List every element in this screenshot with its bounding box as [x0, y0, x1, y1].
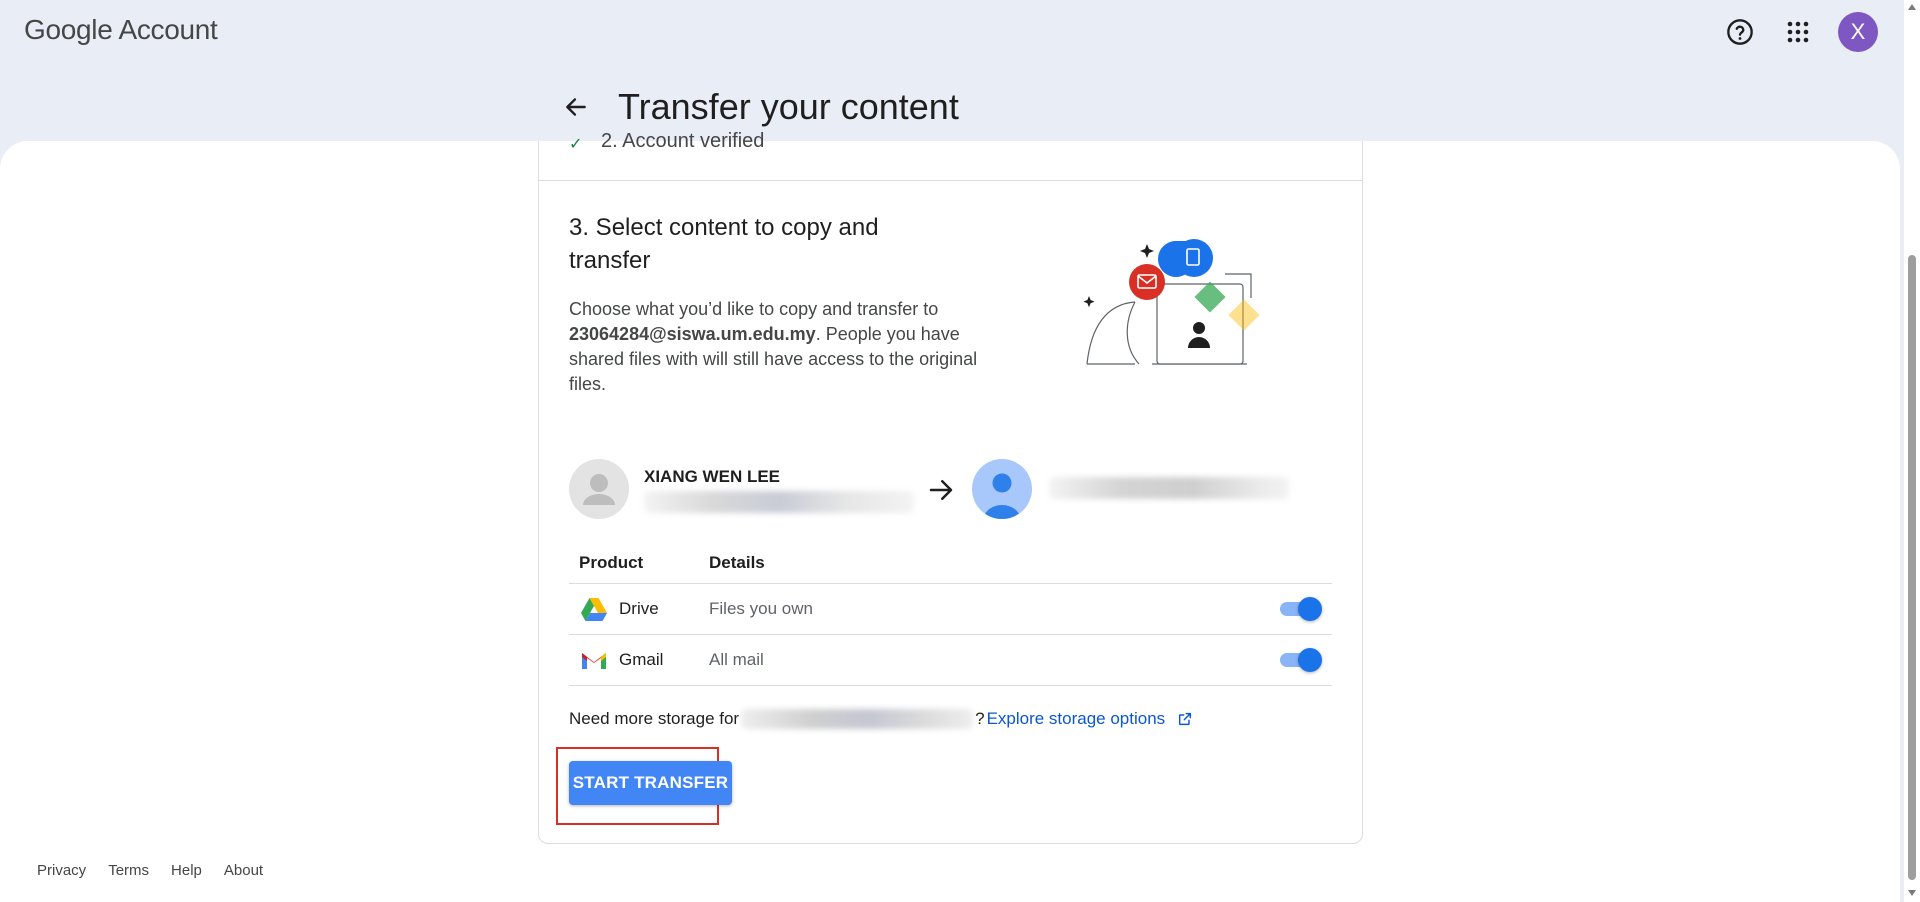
header-details: Details [709, 552, 765, 572]
start-transfer-button[interactable]: START TRANSFER [569, 761, 732, 805]
product-details: Files you own [709, 599, 813, 618]
product-details: All mail [709, 650, 764, 669]
transfer-illustration [1077, 226, 1277, 376]
source-account-name: XIANG WEN LEE [644, 467, 781, 486]
product-name: Drive [619, 599, 659, 618]
previous-step-row: ✓ 2. Account verified [569, 127, 764, 155]
google-drive-icon [579, 597, 609, 621]
scroll-thumb[interactable] [1908, 255, 1916, 880]
page-scrollbar[interactable] [1904, 0, 1920, 902]
page-title: Transfer your content [618, 86, 959, 127]
previous-step-label: 2. Account verified [601, 129, 765, 152]
redacted-email [741, 709, 974, 729]
storage-suffix: ? [975, 709, 985, 728]
arrow-left-icon[interactable] [560, 91, 592, 123]
divider [539, 180, 1362, 181]
accounts-row: XIANG WEN LEE [569, 457, 1349, 521]
footer-about-link[interactable]: About [224, 862, 263, 879]
footer-terms-link[interactable]: Terms [108, 862, 149, 879]
check-icon: ✓ [569, 136, 583, 153]
destination-avatar [972, 459, 1032, 519]
desc-prefix: Choose what you’d like to copy and trans… [569, 299, 939, 319]
account-avatar[interactable]: X [1838, 12, 1878, 52]
storage-prefix: Need more storage for [569, 709, 740, 728]
table-header: Product Details [569, 542, 1332, 584]
destination-email: 23064284@siswa.um.edu.my [569, 324, 816, 344]
explore-storage-link[interactable]: Explore storage options [987, 709, 1166, 729]
gmail-icon [579, 648, 609, 672]
transfer-card: ✓ 2. Account verified 3. Select content … [538, 130, 1363, 844]
google-account-logo[interactable]: Google Account [24, 14, 218, 46]
external-link-icon[interactable] [1177, 711, 1193, 727]
page-heading: Transfer your content [560, 82, 959, 132]
logo-google-text: Google [24, 14, 113, 45]
logo-account-text: Account [118, 14, 218, 45]
storage-line: Need more storage for ? Explore storage … [569, 709, 1193, 729]
help-icon[interactable] [1720, 12, 1760, 52]
scroll-up-arrow-icon[interactable] [1908, 4, 1916, 10]
step-description: Choose what you’d like to copy and trans… [569, 297, 979, 397]
header-product: Product [579, 552, 644, 572]
step-title: 3. Select content to copy and transfer [569, 214, 879, 274]
top-bar: Google Account X [0, 0, 1900, 64]
apps-grid-icon[interactable] [1778, 12, 1818, 52]
footer-privacy-link[interactable]: Privacy [37, 862, 86, 879]
gmail-toggle[interactable] [1278, 648, 1322, 672]
table-row-drive: Drive Files you own [569, 584, 1332, 635]
footer-links: Privacy Terms Help About [37, 862, 263, 879]
source-avatar [569, 459, 629, 519]
product-name: Gmail [619, 650, 664, 669]
arrow-right-icon [926, 475, 956, 505]
destination-account-email-redacted [1049, 477, 1289, 499]
footer-help-link[interactable]: Help [171, 862, 202, 879]
source-account-email-redacted [644, 491, 914, 513]
table-row-gmail: Gmail All mail [569, 635, 1332, 686]
drive-toggle[interactable] [1278, 597, 1322, 621]
product-table: Product Details Drive Files you own Gmai… [569, 542, 1332, 686]
scroll-down-arrow-icon[interactable] [1908, 890, 1916, 896]
